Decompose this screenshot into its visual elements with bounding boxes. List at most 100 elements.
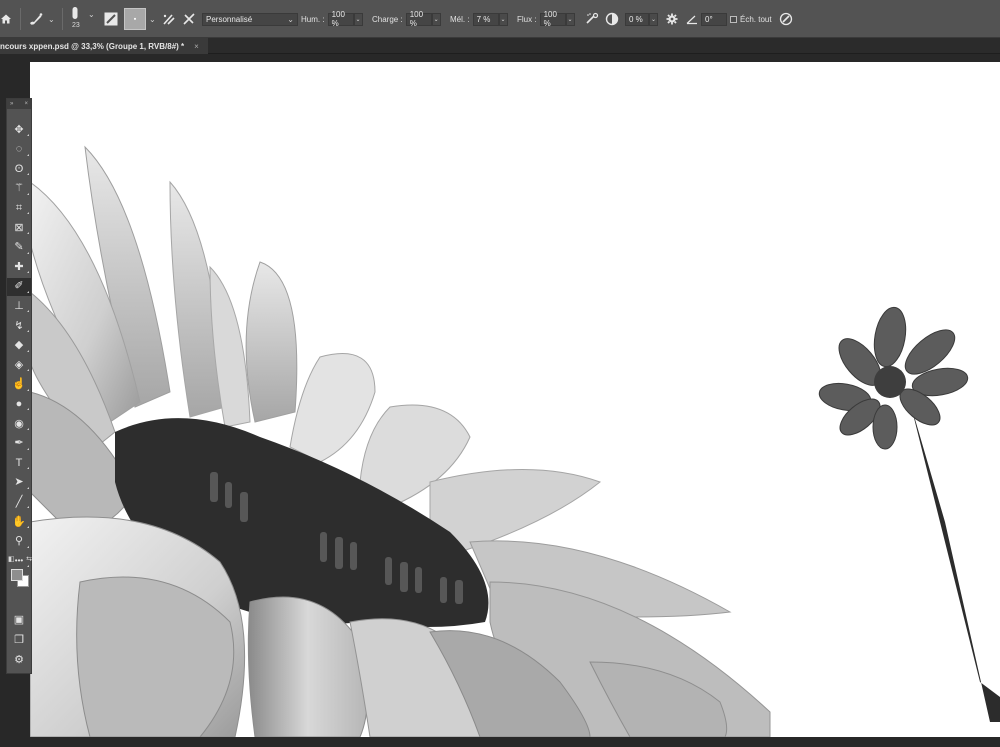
current-brush-load-swatch[interactable]: ▪ ⌄: [124, 0, 156, 38]
angle-control: 0°: [686, 0, 727, 38]
history-brush-tool-icon: ↯: [14, 319, 24, 332]
clone-stamp-tool-icon: ⊥: [14, 299, 24, 312]
swap-colors-icon[interactable]: ⇆: [26, 555, 32, 565]
history-brush-tool-button[interactable]: ↯: [7, 317, 31, 335]
gear-icon: [666, 13, 678, 25]
hand-tool-button[interactable]: ✋: [7, 513, 31, 531]
smoothing-field[interactable]: 0 %: [625, 12, 649, 26]
smudge-tool-button[interactable]: ☝: [7, 376, 31, 394]
edit-toolbar-button[interactable]: ⚙: [7, 651, 31, 669]
zoom-tool-button[interactable]: ⚲: [7, 533, 31, 551]
eraser-tool-icon: ◆: [14, 339, 24, 352]
chevron-down-icon: ⌄: [149, 14, 156, 24]
move-tool-button[interactable]: ✥: [7, 121, 31, 139]
load-control: Charge : 100 % ⌄: [372, 0, 441, 38]
type-tool-icon: T: [15, 456, 23, 469]
screen-mode-button[interactable]: ❐: [7, 631, 31, 649]
load-brush-icon: [163, 14, 175, 25]
clean-brush-after-stroke-toggle[interactable]: [182, 0, 196, 38]
sample-all-label: Éch. tout: [740, 14, 772, 24]
type-tool-button[interactable]: T: [7, 454, 31, 472]
path-selection-tool-button[interactable]: ➤: [7, 474, 31, 492]
lasso-tool-button[interactable]: ʘ: [7, 160, 31, 178]
dodge-tool-button[interactable]: ●: [7, 395, 31, 413]
flow-control: Flux : 100 % ⌄: [517, 0, 575, 38]
load-field[interactable]: 100 %: [405, 10, 432, 28]
pressure-size-toggle[interactable]: [779, 0, 793, 38]
tools-panel-header[interactable]: » ×: [7, 99, 31, 109]
sample-all-layers[interactable]: Éch. tout: [730, 0, 772, 38]
close-icon[interactable]: ×: [24, 101, 28, 107]
frame-tool-icon: ⊠: [14, 221, 24, 234]
magic-wand-tool-button[interactable]: ⚚: [7, 180, 31, 198]
more-tools-indicator: [27, 173, 29, 176]
clone-stamp-tool-button[interactable]: ⊥: [7, 297, 31, 315]
document-tab[interactable]: ncours xppen.psd @ 33,3% (Groupe 1, RVB/…: [0, 38, 208, 54]
line-tool-button[interactable]: ╱: [7, 493, 31, 511]
clean-brush-icon: [183, 13, 195, 25]
smoothing-control: 0 % ⌄: [605, 0, 658, 38]
more-tools-indicator: [27, 408, 29, 411]
zoom-tool-icon: ⚲: [14, 535, 24, 548]
eyedropper-tool-button[interactable]: ✎: [7, 239, 31, 257]
pressure-icon: [779, 12, 793, 26]
load-dropdown[interactable]: ⌄: [431, 12, 441, 26]
tool-preset-picker[interactable]: ⌄: [28, 0, 55, 38]
separator: [62, 8, 63, 30]
close-icon[interactable]: ×: [194, 42, 199, 51]
flow-field[interactable]: 100 %: [539, 10, 566, 28]
sponge-tool-button[interactable]: ◉: [7, 415, 31, 433]
mixer-brush-icon: [30, 13, 43, 25]
mix-dropdown[interactable]: ⌄: [498, 12, 508, 26]
default-colors-icon[interactable]: ◧: [8, 555, 15, 565]
quick-mask-button[interactable]: ▣: [7, 611, 31, 629]
options-bar: ⌄ ⌄ 23 ▪ ⌄ Personnalisé ⌄ Hum. : 100 % ⌄…: [0, 0, 1000, 38]
move-tool-icon: ✥: [14, 123, 24, 136]
paint-bucket-tool-icon: ◈: [14, 358, 24, 371]
angle-field[interactable]: 0°: [701, 12, 727, 26]
more-tools-indicator: [27, 330, 29, 332]
quick-mask-icon: ▣: [13, 613, 25, 626]
airbrush-toggle[interactable]: [585, 0, 599, 38]
load-brush-after-stroke-toggle[interactable]: [162, 0, 176, 38]
home-icon: [1, 14, 11, 24]
more-tools-indicator: [27, 447, 29, 450]
brush-settings-button[interactable]: [104, 0, 118, 38]
home-button[interactable]: [0, 0, 12, 38]
more-tools-indicator: [27, 388, 29, 391]
smudge-tool-icon: ☝: [12, 378, 26, 391]
healing-brush-tool-button[interactable]: ✚: [7, 258, 31, 276]
ellipse-marquee-tool-button[interactable]: ◌: [7, 141, 31, 159]
humidity-dropdown[interactable]: ⌄: [353, 12, 363, 26]
brush-preset-value: Personnalisé: [206, 14, 253, 24]
document-tab-title: ncours xppen.psd @ 33,3% (Groupe 1, RVB/…: [0, 41, 185, 51]
separator: [20, 8, 21, 30]
foreground-color-swatch[interactable]: [11, 569, 23, 581]
crop-tool-button[interactable]: ⌗: [7, 199, 31, 217]
lasso-tool-icon: ʘ: [14, 162, 24, 175]
paint-bucket-tool-button[interactable]: ◈: [7, 356, 31, 374]
more-tools-indicator: [27, 251, 29, 254]
mixer-brush-tool-button[interactable]: ✐: [7, 277, 31, 296]
mixer-brush-tool-icon: ✐: [14, 280, 24, 293]
document-canvas[interactable]: [30, 62, 1000, 737]
chevron-down-icon: ⌄: [88, 9, 95, 19]
mix-control: Mél. : 7 % ⌄: [450, 0, 508, 38]
pen-tool-button[interactable]: ✒: [7, 435, 31, 453]
eraser-tool-button[interactable]: ◆: [7, 337, 31, 355]
collapse-icon[interactable]: »: [10, 101, 13, 107]
brush-tip-icon: [72, 7, 78, 19]
humidity-field[interactable]: 100 %: [327, 10, 354, 28]
smoothing-dropdown[interactable]: ⌄: [649, 12, 658, 26]
chevron-down-icon: ⌄: [287, 14, 294, 24]
sample-all-checkbox[interactable]: [730, 15, 737, 23]
smoothing-options-button[interactable]: [666, 0, 678, 38]
brush-preset-select[interactable]: Personnalisé ⌄: [202, 0, 298, 38]
mix-field[interactable]: 7 %: [472, 12, 499, 26]
brush-size-value: 23: [72, 22, 80, 29]
color-defaults-row: ◧ ⇆: [8, 555, 32, 565]
hand-tool-icon: ✋: [12, 515, 26, 528]
flow-dropdown[interactable]: ⌄: [565, 12, 575, 26]
more-tools-indicator: [27, 153, 29, 156]
frame-tool-button[interactable]: ⊠: [7, 219, 31, 237]
